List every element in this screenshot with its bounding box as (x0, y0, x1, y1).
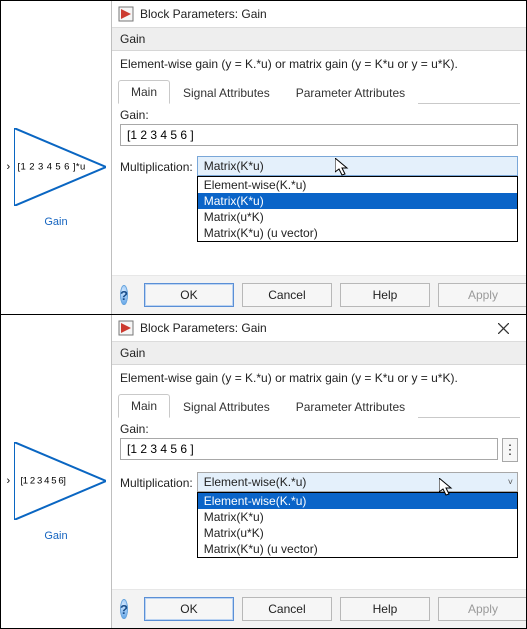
tab-signal-attributes[interactable]: Signal Attributes (170, 395, 283, 418)
ok-button[interactable]: OK (144, 283, 234, 307)
multiplication-label: Multiplication: (120, 472, 193, 490)
description: Element-wise gain (y = K.*u) or matrix g… (112, 365, 526, 393)
input-port-icon: › (7, 161, 11, 173)
tab-signal-attributes[interactable]: Signal Attributes (170, 81, 283, 104)
section-header: Gain (112, 28, 526, 51)
titlebar[interactable]: Block Parameters: Gain (112, 315, 526, 342)
window-title: Block Parameters: Gain (140, 7, 267, 21)
dropdown-item-matrix-uk[interactable]: Matrix(u*K) (198, 209, 517, 225)
gain-input[interactable] (120, 124, 518, 146)
combo-value: Element-wise(K.*u) (204, 475, 307, 489)
multiplication-combo[interactable]: Element-wise(K.*u) ˅ (197, 472, 518, 492)
input-port-icon: › (7, 475, 11, 487)
dialog-bottom: Block Parameters: Gain Gain Element-wise… (111, 315, 526, 628)
multiplication-dropdown: Element-wise(K.*u) Matrix(K*u) Matrix(u*… (197, 492, 518, 558)
block-name-label: Gain (44, 216, 67, 228)
multiplication-label: Multiplication: (120, 156, 193, 174)
dropdown-item-matrix-ku[interactable]: Matrix(K*u) (198, 193, 517, 209)
cancel-button[interactable]: Cancel (242, 597, 332, 621)
titlebar[interactable]: Block Parameters: Gain (112, 1, 526, 28)
tab-main[interactable]: Main (118, 80, 170, 104)
tab-bar: Main Signal Attributes Parameter Attribu… (112, 79, 526, 103)
block-name-label: Gain (44, 530, 67, 542)
multiplication-combo[interactable]: Matrix(K*u) (197, 156, 518, 176)
block-text: [1 2 3 4 5 6] (21, 475, 66, 486)
dropdown-item-matrix-uk[interactable]: Matrix(u*K) (198, 525, 517, 541)
dropdown-item-matrix-ku-uv[interactable]: Matrix(K*u) (u vector) (198, 225, 517, 241)
block-diagram-bottom: › [1 2 3 4 5 6] Gain (1, 315, 111, 628)
panel-top: › [1 2 3 4 5 6 ]*u Gain Block Parameters… (1, 1, 526, 315)
window-icon (118, 320, 134, 336)
ok-button[interactable]: OK (144, 597, 234, 621)
block-diagram-top: › [1 2 3 4 5 6 ]*u Gain (1, 1, 111, 314)
dropdown-item-matrix-ku-uv[interactable]: Matrix(K*u) (u vector) (198, 541, 517, 557)
chevron-down-icon: ˅ (508, 477, 513, 487)
window-icon (118, 6, 134, 22)
tab-main[interactable]: Main (118, 394, 170, 418)
section-header: Gain (112, 342, 526, 365)
apply-button: Apply (438, 597, 526, 621)
block-text: [1 2 3 4 5 6 ]*u (18, 161, 86, 172)
window-title: Block Parameters: Gain (140, 321, 267, 335)
form: Gain: Multiplication: Matrix(K*u) Elemen… (112, 104, 526, 242)
apply-button: Apply (438, 283, 526, 307)
form: Gain: ⋮ Multiplication: Element-wise(K.*… (112, 418, 526, 558)
gain-label: Gain: (120, 108, 518, 122)
gain-input[interactable] (120, 438, 498, 460)
help-button[interactable]: Help (340, 597, 430, 621)
close-icon (498, 323, 509, 334)
close-button[interactable] (486, 315, 520, 341)
dropdown-item-elementwise[interactable]: Element-wise(K.*u) (198, 493, 517, 509)
panel-bottom: › [1 2 3 4 5 6] Gain Block Parameters: G… (1, 315, 526, 628)
tab-parameter-attributes[interactable]: Parameter Attributes (283, 81, 418, 104)
dropdown-item-matrix-ku[interactable]: Matrix(K*u) (198, 509, 517, 525)
gain-block-bottom[interactable]: › [1 2 3 4 5 6] (7, 442, 106, 520)
multiplication-dropdown: Element-wise(K.*u) Matrix(K*u) Matrix(u*… (197, 176, 518, 242)
button-bar: ? OK Cancel Help Apply (112, 275, 526, 314)
help-button[interactable]: Help (340, 283, 430, 307)
gain-block-top[interactable]: › [1 2 3 4 5 6 ]*u (7, 128, 106, 206)
tab-parameter-attributes[interactable]: Parameter Attributes (283, 395, 418, 418)
page: › [1 2 3 4 5 6 ]*u Gain Block Parameters… (0, 0, 527, 629)
help-bubble-icon[interactable]: ? (120, 599, 128, 619)
tab-bar: Main Signal Attributes Parameter Attribu… (112, 393, 526, 417)
combo-value: Matrix(K*u) (204, 159, 264, 173)
cancel-button[interactable]: Cancel (242, 283, 332, 307)
dropdown-item-elementwise[interactable]: Element-wise(K.*u) (198, 177, 517, 193)
gain-label: Gain: (120, 422, 518, 436)
dialog-top: Block Parameters: Gain Gain Element-wise… (111, 1, 526, 314)
help-bubble-icon[interactable]: ? (120, 285, 128, 305)
button-bar: ? OK Cancel Help Apply (112, 589, 526, 628)
more-options-button[interactable]: ⋮ (502, 438, 518, 462)
description: Element-wise gain (y = K.*u) or matrix g… (112, 51, 526, 79)
